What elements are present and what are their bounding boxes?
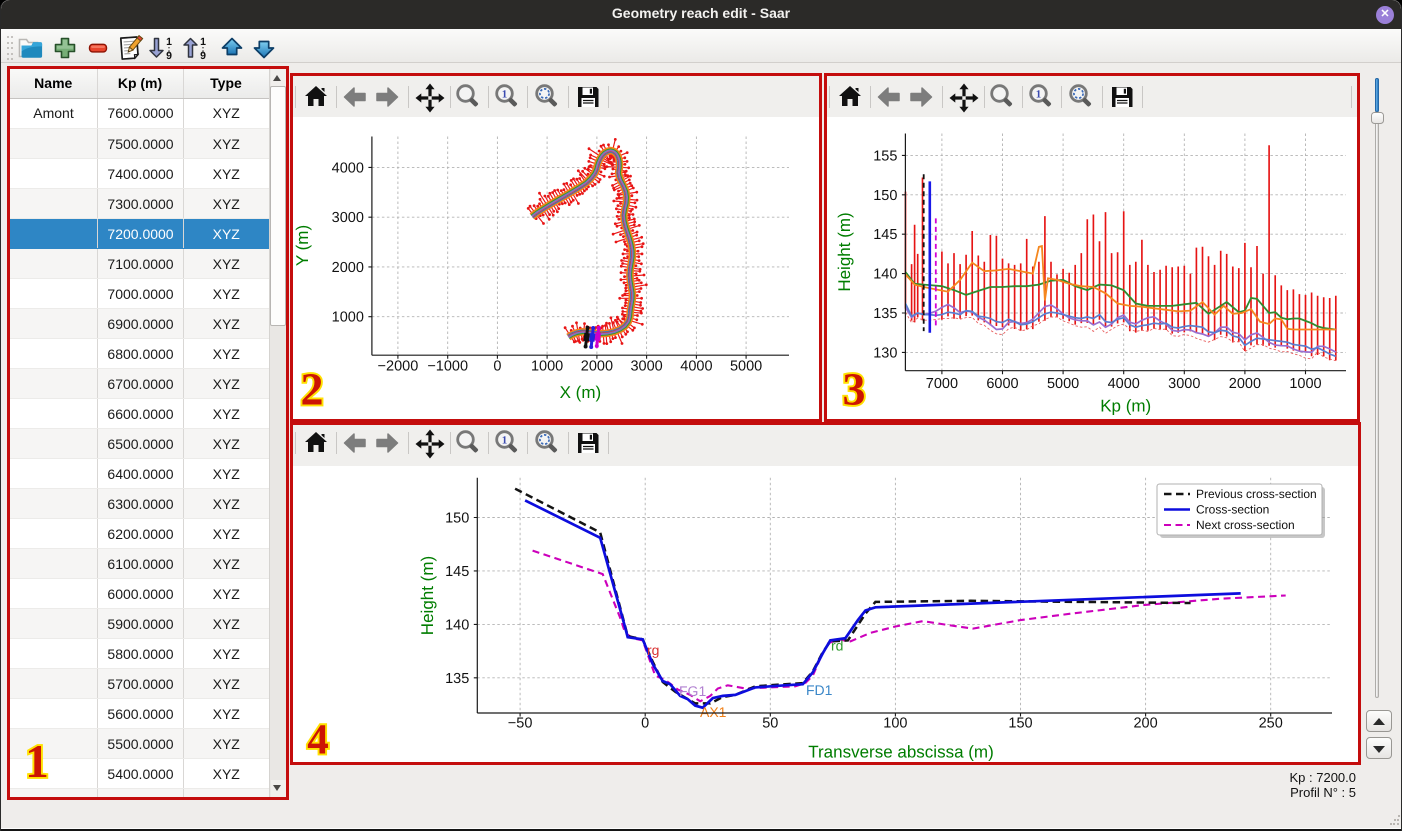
svg-text:2000: 2000 <box>581 359 613 375</box>
svg-text:2: 2 <box>300 363 323 414</box>
svg-text:4000: 4000 <box>1108 376 1140 392</box>
svg-text:AX1: AX1 <box>700 704 727 720</box>
svg-text:145: 145 <box>445 564 469 580</box>
svg-text:150: 150 <box>873 188 897 204</box>
svg-text:FD1: FD1 <box>806 682 833 698</box>
svg-text:3000: 3000 <box>1168 376 1200 392</box>
svg-text:9: 9 <box>166 50 172 61</box>
svg-text:3000: 3000 <box>630 359 662 375</box>
svg-text:6000: 6000 <box>986 376 1018 392</box>
svg-text:3000: 3000 <box>332 210 364 226</box>
svg-text:−2000: −2000 <box>378 359 419 375</box>
svg-text:145: 145 <box>873 227 897 243</box>
svg-text:1: 1 <box>1036 89 1042 101</box>
svg-text:1: 1 <box>166 36 172 48</box>
svg-text:Previous cross-section: Previous cross-section <box>1196 487 1317 501</box>
svg-text:2000: 2000 <box>332 260 364 276</box>
svg-text:150: 150 <box>1008 716 1032 732</box>
svg-text:Y (m): Y (m) <box>293 225 312 266</box>
svg-text:Next cross-section: Next cross-section <box>1196 518 1295 532</box>
svg-text:1: 1 <box>502 435 508 447</box>
svg-text:7000: 7000 <box>926 376 958 392</box>
svg-text:0: 0 <box>493 359 501 375</box>
svg-text:9: 9 <box>200 50 206 61</box>
svg-text:4: 4 <box>308 716 330 763</box>
svg-text:4000: 4000 <box>680 359 712 375</box>
svg-text:100: 100 <box>883 716 907 732</box>
svg-text:X (m): X (m) <box>560 383 602 402</box>
svg-text:1: 1 <box>502 89 508 101</box>
svg-text:1000: 1000 <box>332 310 364 326</box>
svg-text:250: 250 <box>1259 716 1283 732</box>
svg-text:Transverse abscissa (m): Transverse abscissa (m) <box>808 743 993 762</box>
svg-text:135: 135 <box>873 306 897 322</box>
svg-text:rg: rg <box>647 642 659 658</box>
svg-text:Height (m): Height (m) <box>835 212 854 291</box>
svg-text:155: 155 <box>873 148 897 164</box>
svg-text:5000: 5000 <box>1047 376 1079 392</box>
svg-text:Kp (m): Kp (m) <box>1100 397 1151 416</box>
svg-text:−50: −50 <box>508 716 533 732</box>
svg-text:rd: rd <box>831 638 843 654</box>
svg-text:FG1: FG1 <box>679 683 706 699</box>
svg-text:150: 150 <box>445 511 469 527</box>
svg-text:1: 1 <box>25 736 49 788</box>
svg-text:1: 1 <box>200 36 206 48</box>
svg-text:1000: 1000 <box>531 359 563 375</box>
svg-text:3: 3 <box>842 364 865 415</box>
svg-text:2000: 2000 <box>1229 376 1261 392</box>
svg-text:50: 50 <box>762 716 778 732</box>
svg-text:140: 140 <box>873 267 897 283</box>
svg-text:135: 135 <box>445 671 469 687</box>
svg-text:0: 0 <box>641 716 649 732</box>
svg-text:4000: 4000 <box>332 160 364 176</box>
svg-text:Cross-section: Cross-section <box>1196 503 1269 517</box>
svg-text:140: 140 <box>445 617 469 633</box>
svg-text:−1000: −1000 <box>427 359 468 375</box>
svg-text:1000: 1000 <box>1289 376 1321 392</box>
svg-text:5000: 5000 <box>730 359 762 375</box>
svg-text:Height (m): Height (m) <box>418 556 437 635</box>
svg-text:200: 200 <box>1133 716 1157 732</box>
